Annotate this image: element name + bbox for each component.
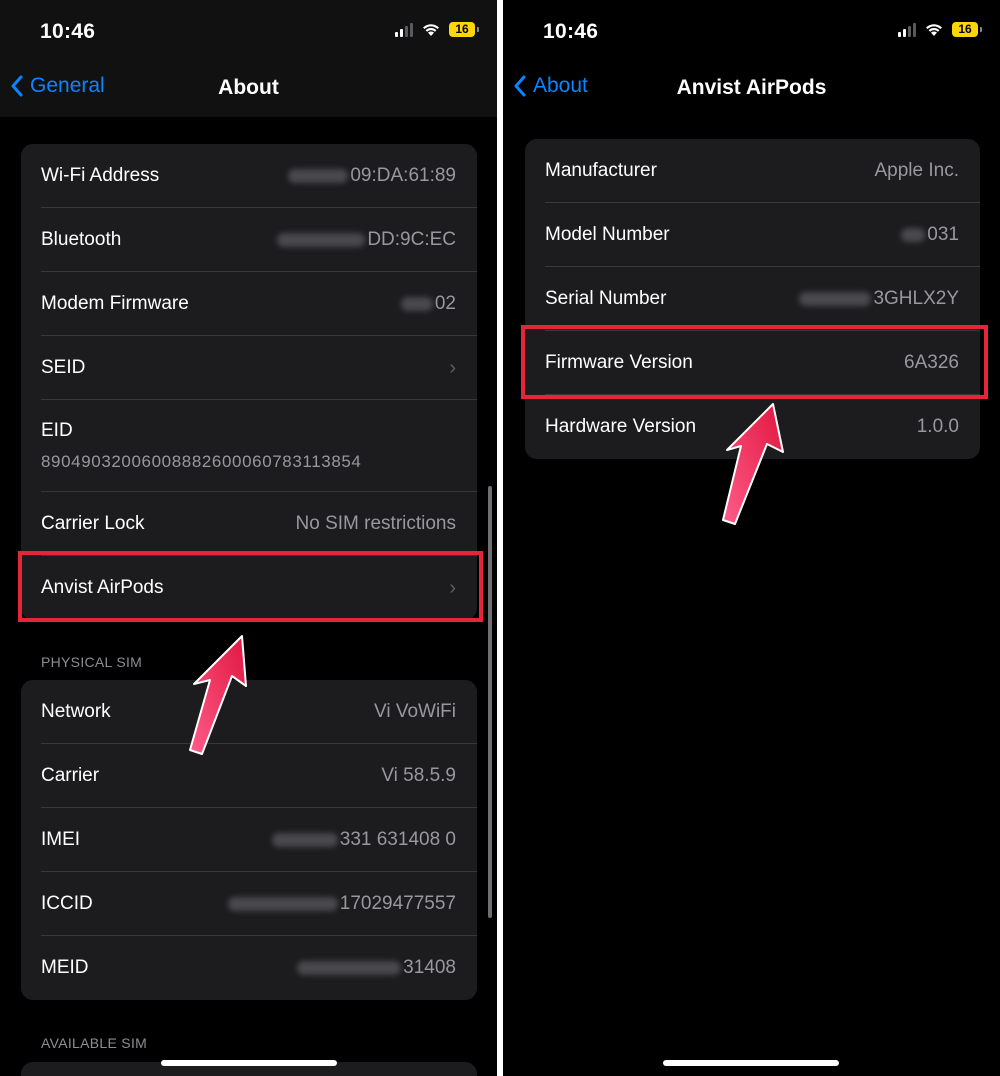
row-label: Manufacturer (545, 160, 657, 181)
row-value: 031 (901, 224, 959, 246)
row-imei: IMEI 331 631408 0 (21, 808, 477, 872)
redacted-mask (227, 896, 338, 911)
wifi-icon (423, 24, 439, 36)
row-wifi-address: Wi-Fi Address 09:DA:61:89 (21, 144, 477, 208)
row-label: EID (41, 420, 73, 441)
row-value: 09:DA:61:89 (288, 165, 456, 187)
home-indicator[interactable] (663, 1060, 839, 1066)
row-bluetooth: Bluetooth DD:9C:EC (21, 208, 477, 272)
about-screen: 10:46 16 General About Wi-Fi Address 09:… (0, 0, 497, 1076)
row-carrier-lock: Carrier Lock No SIM restrictions (21, 492, 477, 556)
redacted-mask (288, 168, 349, 183)
wifi-icon (926, 24, 942, 36)
redacted-mask (799, 291, 872, 306)
row-modem-firmware: Modem Firmware 02 (21, 272, 477, 336)
row-value: 02 (400, 293, 456, 315)
modem-firmware-value: 02 (434, 293, 456, 314)
chevron-right-icon: › (449, 356, 456, 379)
hardware-version-value: 1.0.0 (916, 416, 959, 437)
row-eid: EID 89049032006008882600060783113854 (21, 400, 477, 492)
eid-value: 89049032006008882600060783113854 (41, 452, 362, 471)
row-label: MEID (41, 957, 89, 978)
bluetooth-value: DD:9C:EC (367, 229, 456, 250)
home-indicator[interactable] (161, 1060, 337, 1066)
row-value: 17029477557 (227, 893, 456, 915)
status-time: 10:46 (40, 20, 96, 43)
row-label: Bluetooth (41, 229, 122, 250)
row-label: SEID (41, 357, 86, 378)
highlight-box-firmware (521, 325, 988, 399)
carrier-lock-value: No SIM restrictions (295, 513, 456, 534)
status-icons: 16 (395, 22, 479, 37)
carrier-value: Vi 58.5.9 (381, 765, 456, 786)
row-label: Carrier Lock (41, 513, 145, 534)
row-value: DD:9C:EC (277, 229, 456, 251)
model-number-value: 031 (927, 224, 959, 245)
row-value: 31408 (297, 957, 456, 979)
row-label: Serial Number (545, 288, 667, 309)
row-label: Network (41, 701, 111, 722)
cellular-signal-icon (395, 22, 413, 37)
redacted-mask (901, 227, 926, 242)
row-serial-number: Serial Number 3GHLX2Y (525, 267, 980, 331)
row-value: 331 631408 0 (271, 829, 456, 851)
row-manufacturer: Manufacturer Apple Inc. (525, 139, 980, 203)
highlight-box-airpods (18, 551, 483, 622)
section-header-physical-sim: PHYSICAL SIM (41, 654, 143, 670)
row-label: Hardware Version (545, 416, 697, 437)
serial-number-value: 3GHLX2Y (873, 288, 959, 309)
row-model-number: Model Number 031 (525, 203, 980, 267)
redacted-mask (297, 960, 402, 975)
row-label: Wi-Fi Address (41, 165, 160, 186)
red-arrow-icon (722, 403, 784, 525)
navigation-bar: 10:46 16 General About (0, 0, 497, 117)
battery-icon: 16 (449, 22, 479, 37)
imei-value: 331 631408 0 (339, 829, 456, 850)
row-label: Carrier (41, 765, 100, 786)
row-seid[interactable]: SEID › (21, 336, 477, 400)
row-label: Model Number (545, 224, 670, 245)
row-label: Modem Firmware (41, 293, 189, 314)
airpods-screen: 10:46 16 About Anvist AirPods Manufactur… (503, 0, 1000, 1076)
iccid-value: 17029477557 (339, 893, 456, 914)
red-arrow-icon (189, 635, 247, 755)
redacted-mask (277, 232, 366, 247)
redacted-mask (271, 832, 338, 847)
row-iccid: ICCID 17029477557 (21, 872, 477, 936)
row-label: ICCID (41, 893, 93, 914)
manufacturer-value: Apple Inc. (874, 160, 960, 181)
cellular-signal-icon (898, 22, 916, 37)
meid-value: 31408 (403, 957, 456, 978)
scrollbar[interactable] (488, 486, 492, 918)
row-meid: MEID 31408 (21, 936, 477, 1000)
page-title: About (218, 76, 279, 99)
section-header-available-sim: AVAILABLE SIM (41, 1035, 148, 1051)
device-info-group: Wi-Fi Address 09:DA:61:89 Bluetooth DD:9… (21, 144, 477, 620)
status-icons: 16 (898, 22, 982, 37)
status-time: 10:46 (543, 20, 599, 43)
row-label: IMEI (41, 829, 81, 850)
row-value: 3GHLX2Y (799, 288, 959, 310)
network-value: Vi VoWiFi (373, 701, 456, 722)
battery-icon: 16 (952, 22, 982, 37)
wifi-address-value: 09:DA:61:89 (350, 165, 456, 186)
redacted-mask (400, 296, 433, 311)
page-title: Anvist AirPods (676, 76, 827, 99)
